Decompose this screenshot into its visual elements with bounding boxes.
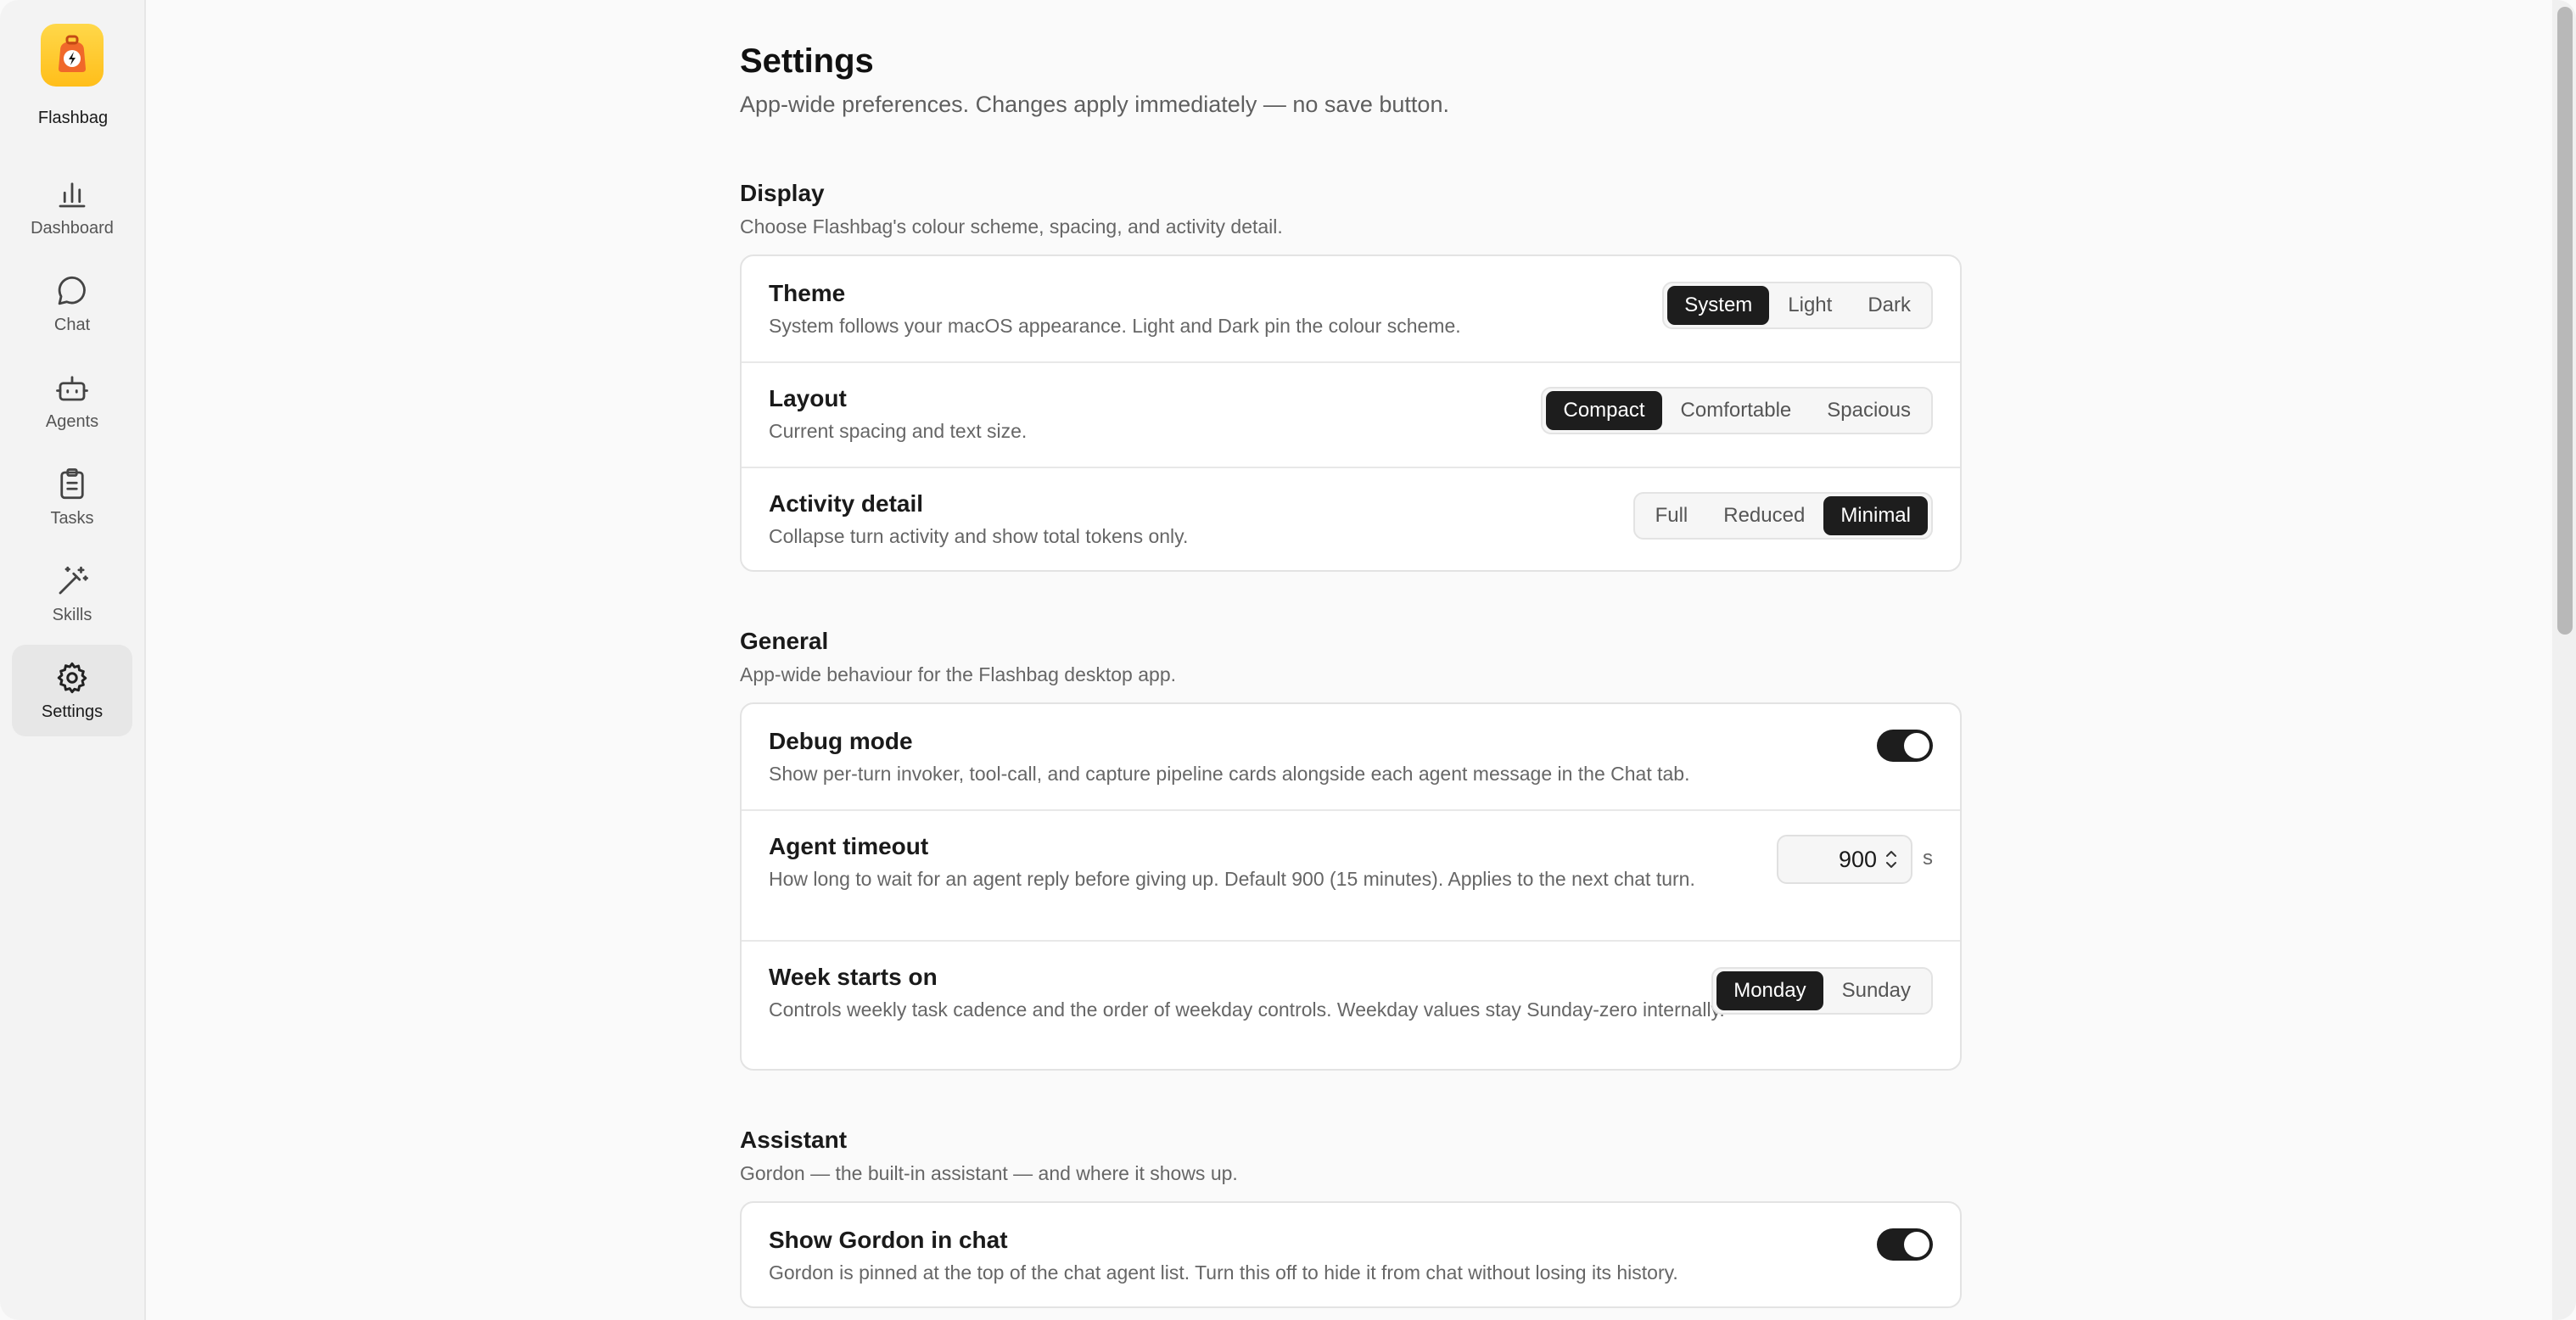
- debug-mode-title: Debug mode: [769, 728, 913, 754]
- activity-option-minimal[interactable]: Minimal: [1823, 496, 1928, 535]
- toggle-knob: [1904, 1232, 1929, 1257]
- toggle-knob: [1904, 733, 1929, 758]
- assistant-section-title: Assistant: [740, 1127, 848, 1153]
- week-starts-segmented-control: Monday Sunday: [1711, 967, 1933, 1015]
- activity-detail-row: Activity detail Collapse turn activity a…: [742, 467, 1960, 570]
- agent-timeout-value: 900: [1838, 846, 1877, 872]
- nav-label: Tasks: [50, 508, 94, 528]
- bar-chart-icon: [54, 176, 90, 212]
- week-option-monday[interactable]: Monday: [1716, 971, 1823, 1010]
- nav-chat[interactable]: Chat: [12, 258, 132, 350]
- theme-segmented-control: System Light Dark: [1662, 282, 1933, 329]
- scrollbar[interactable]: [2552, 0, 2576, 1320]
- layout-row: Layout Current spacing and text size. Co…: [742, 361, 1960, 467]
- nav-label: Skills: [52, 605, 92, 624]
- agent-timeout-unit: s: [1923, 847, 1933, 870]
- agent-timeout-title: Agent timeout: [769, 833, 929, 859]
- nav-label: Agents: [45, 411, 99, 431]
- nav-agents[interactable]: Agents: [12, 355, 132, 446]
- show-gordon-title: Show Gordon in chat: [769, 1227, 1008, 1253]
- sidebar: Flashbag Dashboard Chat Agents Tasks Ski…: [0, 0, 146, 1320]
- theme-title: Theme: [769, 280, 846, 306]
- general-card: Debug mode Show per-turn invoker, tool-c…: [740, 702, 1962, 1071]
- assistant-card: Show Gordon in chat Gordon is pinned at …: [740, 1201, 1962, 1308]
- activity-detail-segmented-control: Full Reduced Minimal: [1632, 492, 1933, 540]
- layout-option-comfortable[interactable]: Comfortable: [1664, 391, 1809, 430]
- week-starts-row: Week starts on Controls weekly task cade…: [742, 940, 1960, 1069]
- agent-timeout-row: Agent timeout How long to wait for an ag…: [742, 809, 1960, 940]
- flashbag-logo-icon[interactable]: [41, 24, 104, 87]
- debug-mode-toggle[interactable]: [1877, 730, 1933, 762]
- display-card: Theme System follows your macOS appearan…: [740, 254, 1962, 572]
- nav-dashboard[interactable]: Dashboard: [12, 161, 132, 253]
- chat-bubble-icon: [54, 273, 90, 309]
- page-title: Settings: [740, 42, 874, 80]
- assistant-section-desc: Gordon — the built-in assistant — and wh…: [740, 1162, 1238, 1184]
- layout-desc: Current spacing and text size.: [769, 420, 1028, 442]
- app-window: Flashbag Dashboard Chat Agents Tasks Ski…: [0, 0, 2576, 1320]
- stepper-arrows-icon[interactable]: [1884, 847, 1899, 872]
- theme-option-light[interactable]: Light: [1771, 286, 1849, 325]
- layout-option-compact[interactable]: Compact: [1546, 391, 1662, 430]
- nav-skills[interactable]: Skills: [12, 548, 132, 640]
- activity-option-reduced[interactable]: Reduced: [1706, 496, 1822, 535]
- robot-icon: [54, 370, 90, 406]
- nav-label: Dashboard: [31, 218, 114, 238]
- theme-desc: System follows your macOS appearance. Li…: [769, 315, 1461, 337]
- activity-option-full[interactable]: Full: [1638, 496, 1705, 535]
- theme-option-system[interactable]: System: [1667, 286, 1770, 325]
- page-subtitle: App-wide preferences. Changes apply imme…: [740, 92, 1449, 117]
- show-gordon-desc: Gordon is pinned at the top of the chat …: [769, 1261, 1678, 1284]
- general-section-desc: App-wide behaviour for the Flashbag desk…: [740, 663, 1176, 685]
- layout-segmented-control: Compact Comfortable Spacious: [1541, 387, 1933, 434]
- nav-settings[interactable]: Settings: [12, 645, 132, 736]
- debug-mode-desc: Show per-turn invoker, tool-call, and ca…: [769, 763, 1690, 785]
- agent-timeout-stepper[interactable]: 900: [1777, 835, 1912, 884]
- display-section-title: Display: [740, 180, 825, 206]
- display-section-desc: Choose Flashbag's colour scheme, spacing…: [740, 215, 1283, 238]
- gear-icon: [54, 660, 90, 696]
- debug-mode-row: Debug mode Show per-turn invoker, tool-c…: [742, 704, 1960, 809]
- theme-option-dark[interactable]: Dark: [1851, 286, 1928, 325]
- nav-label: Chat: [53, 315, 91, 334]
- nav-tasks[interactable]: Tasks: [12, 451, 132, 543]
- magic-wand-icon: [54, 563, 90, 599]
- activity-detail-title: Activity detail: [769, 490, 924, 517]
- theme-row: Theme System follows your macOS appearan…: [742, 256, 1960, 361]
- clipboard-icon: [54, 467, 90, 502]
- week-starts-desc: Controls weekly task cadence and the ord…: [769, 998, 1725, 1021]
- layout-title: Layout: [769, 385, 847, 411]
- show-gordon-toggle[interactable]: [1877, 1228, 1933, 1261]
- activity-detail-desc: Collapse turn activity and show total to…: [769, 525, 1189, 547]
- layout-option-spacious[interactable]: Spacious: [1810, 391, 1928, 430]
- show-gordon-row: Show Gordon in chat Gordon is pinned at …: [742, 1203, 1960, 1306]
- week-starts-title: Week starts on: [769, 964, 938, 990]
- nav-label: Settings: [41, 702, 104, 721]
- general-section-title: General: [740, 628, 829, 654]
- app-name: Flashbag: [37, 109, 109, 127]
- scrollbar-thumb[interactable]: [2557, 7, 2573, 635]
- week-option-sunday[interactable]: Sunday: [1825, 971, 1928, 1010]
- agent-timeout-desc: How long to wait for an agent reply befo…: [769, 868, 1695, 890]
